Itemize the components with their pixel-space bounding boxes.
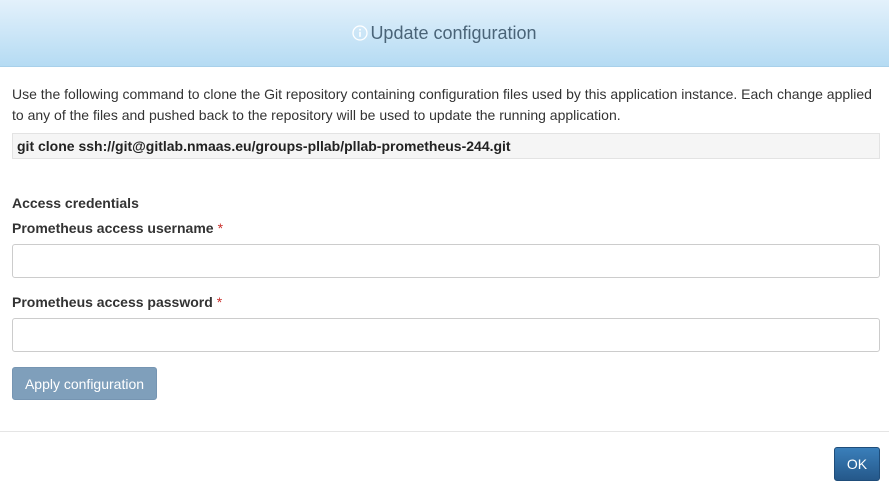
- footer-divider: [0, 431, 889, 432]
- apply-configuration-button[interactable]: Apply configuration: [12, 367, 157, 400]
- password-label-text: Prometheus access password: [12, 294, 213, 310]
- intro-text: Use the following command to clone the G…: [12, 86, 872, 123]
- ok-button[interactable]: OK: [834, 447, 880, 481]
- info-icon: [352, 25, 369, 41]
- modal-title-text: Update configuration: [370, 22, 537, 43]
- username-input[interactable]: [12, 244, 880, 278]
- username-label: Prometheus access username *: [12, 220, 223, 236]
- required-marker: *: [216, 294, 223, 310]
- update-configuration-modal: Update configuration Use the following c…: [0, 0, 889, 488]
- access-credentials-heading: Access credentials: [12, 195, 139, 211]
- git-clone-command: git clone ssh://git@gitlab.nmaas.eu/grou…: [12, 133, 880, 159]
- modal-header: Update configuration: [0, 0, 889, 67]
- required-marker: *: [217, 220, 224, 236]
- modal-title: Update configuration: [352, 22, 537, 44]
- password-input[interactable]: [12, 318, 880, 352]
- password-label: Prometheus access password *: [12, 294, 222, 310]
- username-label-text: Prometheus access username: [12, 220, 214, 236]
